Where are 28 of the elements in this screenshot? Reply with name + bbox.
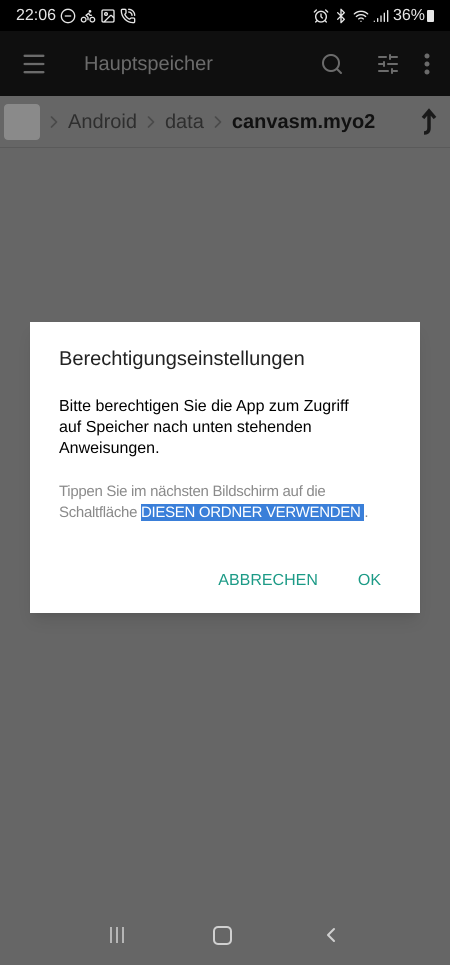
up-arrow-icon[interactable] [420, 108, 438, 136]
search-button[interactable] [320, 52, 344, 76]
dialog-title: Berechtigungseinstellungen [59, 347, 306, 372]
dialog-button[interactable]: OK [358, 569, 381, 593]
alarm-icon [312, 8, 329, 24]
bike-icon [80, 8, 96, 24]
hint-text: Tippen Sie im nächsten Bildschirm auf die Schaltfläche DIESEN ORDNER VERWENDEN . [59, 482, 370, 523]
dialog-button[interactable]: ABBRECHEN [218, 569, 318, 593]
do-not-disturb-icon [60, 8, 76, 24]
status-time: 22:06 [16, 6, 56, 26]
wifi-icon [352, 8, 369, 24]
home-button[interactable] [213, 926, 232, 944]
sliders-icon [376, 52, 400, 76]
battery-icon [427, 10, 434, 22]
battery-text: 36% [392, 6, 425, 26]
filter-button[interactable] [376, 52, 400, 76]
more-button[interactable] [424, 52, 430, 74]
signal-icon [372, 8, 389, 24]
image-icon [100, 8, 116, 24]
more-icon [424, 52, 430, 74]
toolbar-title: Hauptspeicher [84, 52, 214, 76]
search-icon [320, 52, 344, 76]
breadcrumb-item[interactable]: Android [68, 106, 137, 136]
call-icon [120, 8, 136, 24]
breadcrumb-item[interactable]: data [164, 106, 204, 136]
storage-icon [4, 104, 40, 140]
dialog-message: Bitte berechtigen Sie die App zum Zugriff auf Speicher nach unten stehenden Anweisungen. [59, 397, 350, 459]
breadcrumb-item[interactable]: canvasm.myo2 [232, 106, 376, 136]
